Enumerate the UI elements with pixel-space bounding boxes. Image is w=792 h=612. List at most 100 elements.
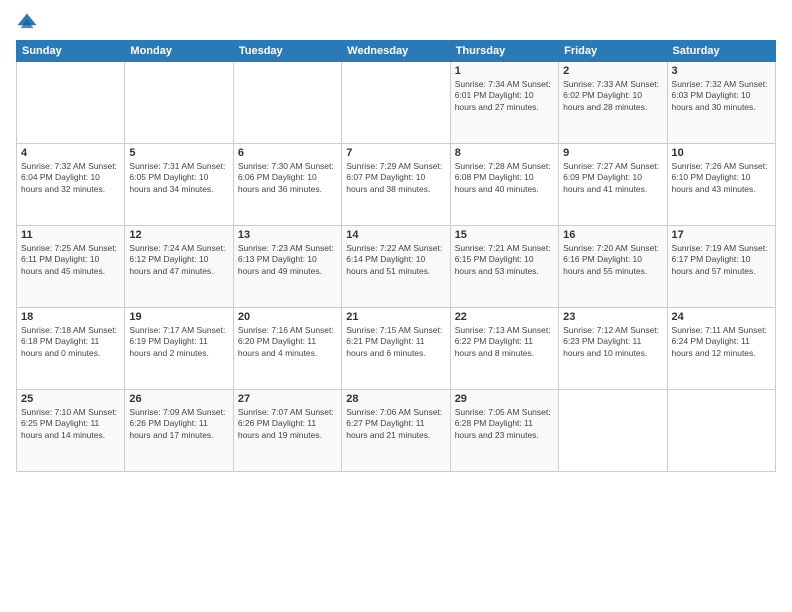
calendar-cell: 20 Sunrise: 7:16 AM Sunset: 6:20 PM Dayli… (233, 308, 341, 390)
day-info: Sunrise: 7:07 AM Sunset: 6:26 PM Dayligh… (238, 407, 337, 441)
calendar-cell: 7 Sunrise: 7:29 AM Sunset: 6:07 PM Daylig… (342, 144, 450, 226)
calendar-cell: 4Sunrise: 7:32 AM Sunset: 6:04 PM Daylig… (17, 144, 125, 226)
day-number: 7 (346, 147, 445, 159)
day-info: Sunrise: 7:20 AM Sunset: 6:16 PM Dayligh… (563, 243, 662, 277)
day-info: Sunrise: 7:33 AM Sunset: 6:02 PM Dayligh… (563, 79, 662, 113)
day-number: 17 (672, 229, 771, 241)
weekday-header: Saturday (667, 41, 775, 62)
day-number: 12 (129, 229, 228, 241)
calendar-cell (342, 62, 450, 144)
day-info: Sunrise: 7:06 AM Sunset: 6:27 PM Dayligh… (346, 407, 445, 441)
calendar-cell (559, 390, 667, 472)
day-number: 20 (238, 311, 337, 323)
calendar-cell: 13 Sunrise: 7:23 AM Sunset: 6:13 PM Dayli… (233, 226, 341, 308)
day-info: Sunrise: 7:23 AM Sunset: 6:13 PM Dayligh… (238, 243, 337, 277)
day-info: Sunrise: 7:29 AM Sunset: 6:07 PM Dayligh… (346, 161, 445, 195)
calendar-cell: 5Sunrise: 7:31 AM Sunset: 6:05 PM Daylig… (125, 144, 233, 226)
day-number: 24 (672, 311, 771, 323)
day-info: Sunrise: 7:15 AM Sunset: 6:21 PM Dayligh… (346, 325, 445, 359)
calendar-cell: 26 Sunrise: 7:09 AM Sunset: 6:26 PM Dayli… (125, 390, 233, 472)
day-info: Sunrise: 7:32 AM Sunset: 6:04 PM Dayligh… (21, 161, 120, 195)
calendar-cell: 10 Sunrise: 7:26 AM Sunset: 6:10 PM Dayli… (667, 144, 775, 226)
day-number: 16 (563, 229, 662, 241)
calendar-week-row: 11 Sunrise: 7:25 AM Sunset: 6:11 PM Dayli… (17, 226, 776, 308)
calendar-week-row: 1 Sunrise: 7:34 AM Sunset: 6:01 PM Daylig… (17, 62, 776, 144)
day-number: 26 (129, 393, 228, 405)
day-info: Sunrise: 7:31 AM Sunset: 6:05 PM Dayligh… (129, 161, 228, 195)
day-number: 18 (21, 311, 120, 323)
calendar-week-row: 18Sunrise: 7:18 AM Sunset: 6:18 PM Dayli… (17, 308, 776, 390)
day-number: 11 (21, 229, 120, 241)
calendar-cell: 12Sunrise: 7:24 AM Sunset: 6:12 PM Dayli… (125, 226, 233, 308)
calendar-cell: 14 Sunrise: 7:22 AM Sunset: 6:14 PM Dayli… (342, 226, 450, 308)
day-number: 21 (346, 311, 445, 323)
calendar-cell: 11 Sunrise: 7:25 AM Sunset: 6:11 PM Dayli… (17, 226, 125, 308)
calendar-cell: 27 Sunrise: 7:07 AM Sunset: 6:26 PM Dayli… (233, 390, 341, 472)
day-info: Sunrise: 7:27 AM Sunset: 6:09 PM Dayligh… (563, 161, 662, 195)
weekday-header: Wednesday (342, 41, 450, 62)
calendar-cell: 9Sunrise: 7:27 AM Sunset: 6:09 PM Daylig… (559, 144, 667, 226)
weekday-row: SundayMondayTuesdayWednesdayThursdayFrid… (17, 41, 776, 62)
calendar-header: SundayMondayTuesdayWednesdayThursdayFrid… (17, 41, 776, 62)
calendar-cell: 3 Sunrise: 7:32 AM Sunset: 6:03 PM Daylig… (667, 62, 775, 144)
calendar-cell: 24 Sunrise: 7:11 AM Sunset: 6:24 PM Dayli… (667, 308, 775, 390)
calendar-cell: 2 Sunrise: 7:33 AM Sunset: 6:02 PM Daylig… (559, 62, 667, 144)
calendar-cell: 15Sunrise: 7:21 AM Sunset: 6:15 PM Dayli… (450, 226, 558, 308)
day-info: Sunrise: 7:26 AM Sunset: 6:10 PM Dayligh… (672, 161, 771, 195)
day-number: 3 (672, 65, 771, 77)
day-number: 13 (238, 229, 337, 241)
day-info: Sunrise: 7:32 AM Sunset: 6:03 PM Dayligh… (672, 79, 771, 113)
calendar-cell: 17 Sunrise: 7:19 AM Sunset: 6:17 PM Dayli… (667, 226, 775, 308)
calendar-cell: 18Sunrise: 7:18 AM Sunset: 6:18 PM Dayli… (17, 308, 125, 390)
day-info: Sunrise: 7:34 AM Sunset: 6:01 PM Dayligh… (455, 79, 554, 113)
calendar-cell: 22 Sunrise: 7:13 AM Sunset: 6:22 PM Dayli… (450, 308, 558, 390)
day-number: 23 (563, 311, 662, 323)
weekday-header: Monday (125, 41, 233, 62)
calendar-cell: 23 Sunrise: 7:12 AM Sunset: 6:23 PM Dayli… (559, 308, 667, 390)
weekday-header: Friday (559, 41, 667, 62)
weekday-header: Sunday (17, 41, 125, 62)
day-number: 6 (238, 147, 337, 159)
calendar-week-row: 25Sunrise: 7:10 AM Sunset: 6:25 PM Dayli… (17, 390, 776, 472)
calendar-cell (17, 62, 125, 144)
logo (16, 12, 42, 34)
calendar-cell: 25Sunrise: 7:10 AM Sunset: 6:25 PM Dayli… (17, 390, 125, 472)
calendar-cell: 28 Sunrise: 7:06 AM Sunset: 6:27 PM Dayli… (342, 390, 450, 472)
day-info: Sunrise: 7:12 AM Sunset: 6:23 PM Dayligh… (563, 325, 662, 359)
calendar: SundayMondayTuesdayWednesdayThursdayFrid… (16, 40, 776, 472)
calendar-cell: 19Sunrise: 7:17 AM Sunset: 6:19 PM Dayli… (125, 308, 233, 390)
day-number: 29 (455, 393, 554, 405)
calendar-cell (667, 390, 775, 472)
day-info: Sunrise: 7:19 AM Sunset: 6:17 PM Dayligh… (672, 243, 771, 277)
day-info: Sunrise: 7:05 AM Sunset: 6:28 PM Dayligh… (455, 407, 554, 441)
day-info: Sunrise: 7:25 AM Sunset: 6:11 PM Dayligh… (21, 243, 120, 277)
day-number: 10 (672, 147, 771, 159)
day-info: Sunrise: 7:09 AM Sunset: 6:26 PM Dayligh… (129, 407, 228, 441)
day-info: Sunrise: 7:11 AM Sunset: 6:24 PM Dayligh… (672, 325, 771, 359)
calendar-cell: 16 Sunrise: 7:20 AM Sunset: 6:16 PM Dayli… (559, 226, 667, 308)
calendar-cell: 29 Sunrise: 7:05 AM Sunset: 6:28 PM Dayli… (450, 390, 558, 472)
calendar-cell (233, 62, 341, 144)
logo-icon (16, 12, 38, 34)
day-number: 2 (563, 65, 662, 77)
calendar-cell: 8Sunrise: 7:28 AM Sunset: 6:08 PM Daylig… (450, 144, 558, 226)
day-info: Sunrise: 7:22 AM Sunset: 6:14 PM Dayligh… (346, 243, 445, 277)
day-number: 22 (455, 311, 554, 323)
page: SundayMondayTuesdayWednesdayThursdayFrid… (0, 0, 792, 612)
day-number: 25 (21, 393, 120, 405)
day-number: 1 (455, 65, 554, 77)
header (16, 12, 776, 34)
calendar-week-row: 4Sunrise: 7:32 AM Sunset: 6:04 PM Daylig… (17, 144, 776, 226)
weekday-header: Thursday (450, 41, 558, 62)
calendar-cell: 6Sunrise: 7:30 AM Sunset: 6:06 PM Daylig… (233, 144, 341, 226)
day-info: Sunrise: 7:21 AM Sunset: 6:15 PM Dayligh… (455, 243, 554, 277)
day-number: 28 (346, 393, 445, 405)
calendar-cell: 21 Sunrise: 7:15 AM Sunset: 6:21 PM Dayli… (342, 308, 450, 390)
day-info: Sunrise: 7:13 AM Sunset: 6:22 PM Dayligh… (455, 325, 554, 359)
day-number: 14 (346, 229, 445, 241)
day-number: 8 (455, 147, 554, 159)
day-number: 27 (238, 393, 337, 405)
calendar-body: 1 Sunrise: 7:34 AM Sunset: 6:01 PM Daylig… (17, 62, 776, 472)
day-info: Sunrise: 7:16 AM Sunset: 6:20 PM Dayligh… (238, 325, 337, 359)
calendar-cell: 1 Sunrise: 7:34 AM Sunset: 6:01 PM Daylig… (450, 62, 558, 144)
